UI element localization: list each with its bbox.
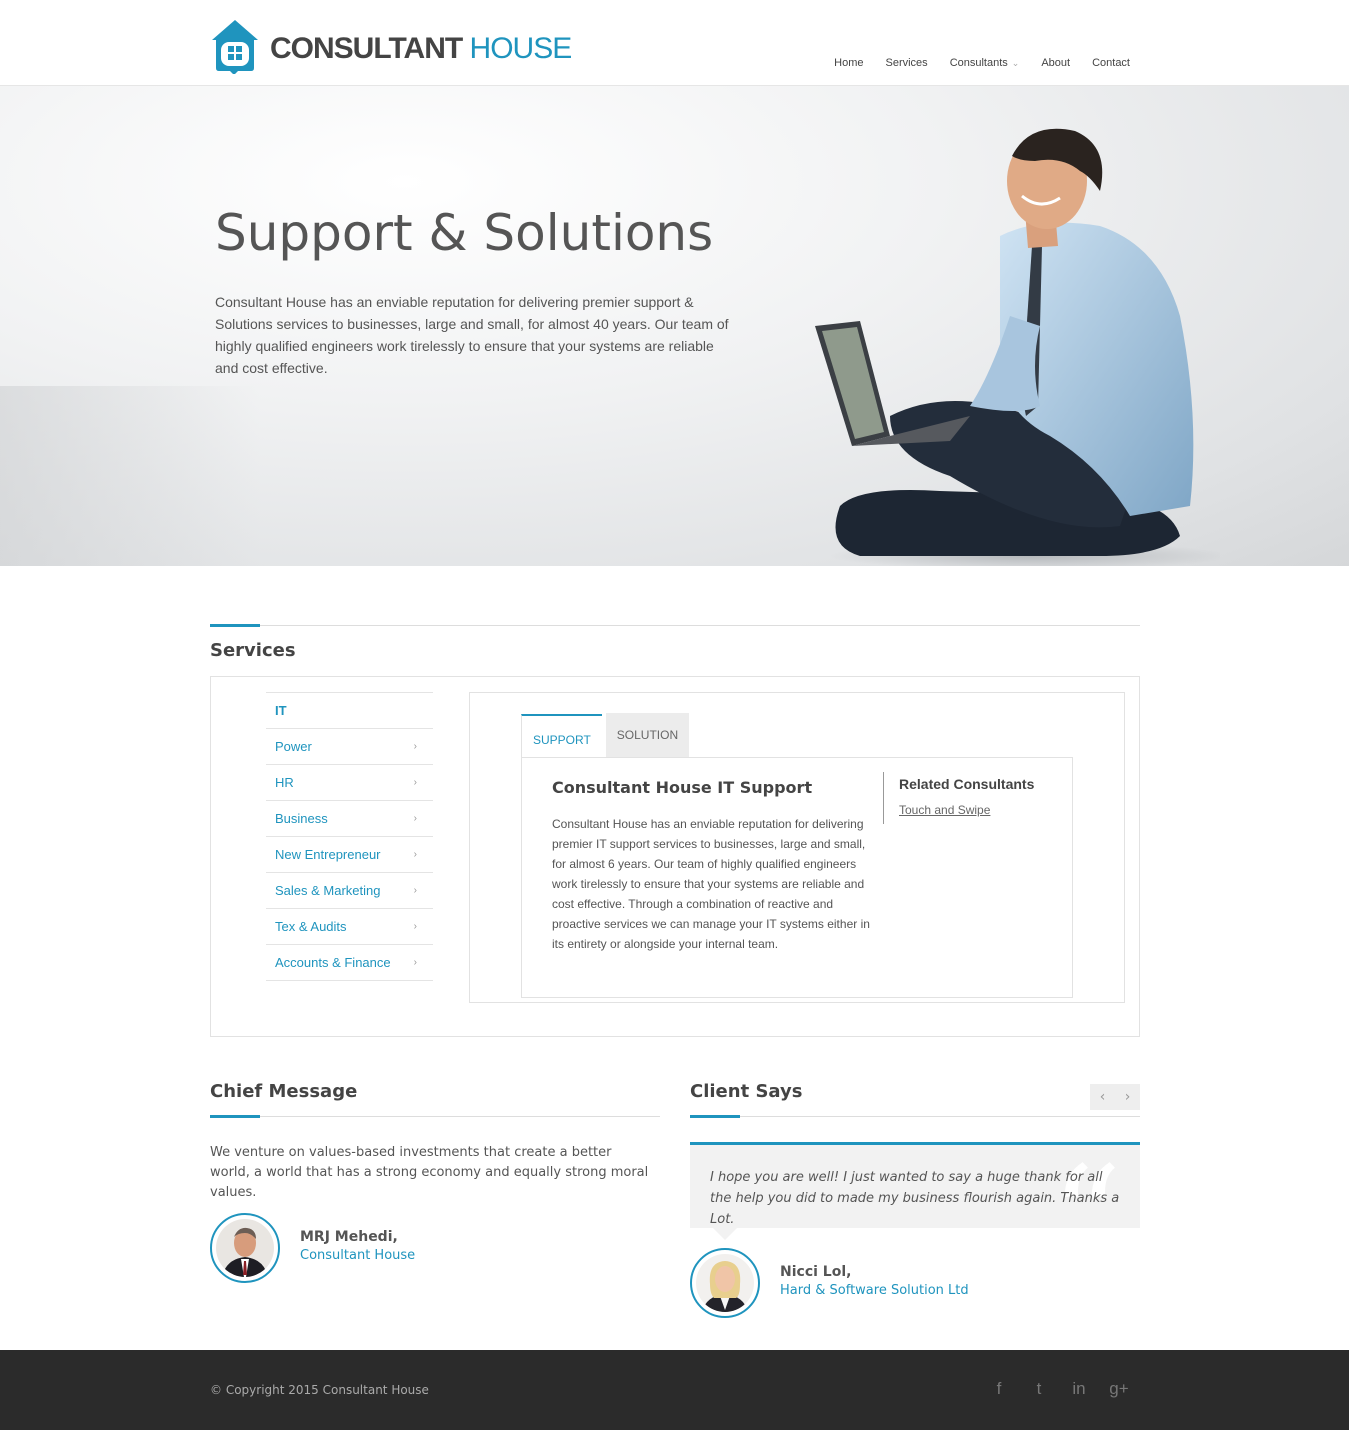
tab-solution[interactable]: SOLUTION [605,713,690,757]
related-consultant-link[interactable]: Touch and Swipe [899,803,1053,817]
nav-contact[interactable]: Contact [1092,57,1130,69]
logo-text: CONSULTANT HOUSE [270,32,573,65]
related-consultants: Related Consultants Touch and Swipe [883,772,1053,824]
service-item-it[interactable]: IT [266,693,433,729]
nav-about-label: About [1041,57,1071,69]
nav-consultants-label: Consultants [949,57,1008,69]
chevron-right-icon: › [413,957,417,968]
logo-text-bold: CONSULTANT [270,32,463,65]
avatar [210,1213,280,1283]
service-detail-panel: SUPPORT SOLUTION Consultant House IT Sup… [469,692,1125,1003]
tab-support[interactable]: SUPPORT [521,714,602,758]
service-item-business[interactable]: Business › [266,801,433,837]
client-portrait [696,1254,754,1312]
facebook-icon[interactable]: f [988,1378,1010,1400]
services-box: IT Power › HR › Business › New Entrepreneur… [210,676,1140,1037]
hero-title: Support & Solutions [215,204,714,262]
client-divider [690,1115,1140,1118]
chief-message-text: We venture on values-based investments t… [210,1145,649,1200]
nav-consultants[interactable]: Consultants ⌄ [950,57,1020,69]
chevron-right-icon: › [413,921,417,932]
services-divider [210,624,1140,627]
nav-contact-label: Contact [1092,57,1130,69]
chief-name: MRJ Mehedi, [300,1229,398,1245]
chief-divider [210,1115,660,1118]
hero-text: Consultant House has an enviable reputat… [215,294,729,376]
service-item-label: HR [275,775,294,790]
service-item-label: IT [275,703,287,718]
twitter-icon[interactable]: t [1028,1378,1050,1400]
service-item-label: Sales & Marketing [275,883,381,898]
service-item-label: Accounts & Finance [275,955,391,970]
service-item-label: Power [275,739,312,754]
services-title: Services [210,640,296,661]
service-item-label: New Entrepreneur [275,847,381,862]
avatar [690,1248,760,1318]
chief-divider-accent [210,1115,260,1118]
chevron-right-icon: › [413,813,417,824]
testimonial-slider-controls: ‹ › [1090,1084,1140,1110]
chevron-right-icon[interactable]: › [1115,1084,1140,1110]
service-item-hr[interactable]: HR › [266,765,433,801]
service-item-sales-marketing[interactable]: Sales & Marketing › [266,873,433,909]
service-item-label: Tex & Audits [275,919,347,934]
services-divider-accent [210,624,260,627]
service-content-title: Consultant House IT Support [552,778,813,797]
site-footer: © Copyright 2015 Consultant House f t in… [0,1350,1349,1430]
testimonial-quote: I hope you are well! I just wanted to sa… [710,1170,1120,1227]
nav-home-label: Home [834,57,864,69]
hero-man-with-laptop-image [815,128,1220,566]
service-item-tex-audits[interactable]: Tex & Audits › [266,909,433,945]
hero-banner: Support & Solutions Consultant House has… [0,86,1349,566]
hero-background-blur [0,386,260,566]
social-links: f t in g+ [988,1378,1130,1400]
nav-home[interactable]: Home [834,57,863,69]
nav-services-label: Services [885,57,928,69]
service-item-accounts-finance[interactable]: Accounts & Finance › [266,945,433,981]
chief-role: Consultant House [300,1248,416,1263]
related-consultants-title: Related Consultants [899,776,1035,792]
service-item-new-entrepreneur[interactable]: New Entrepreneur › [266,837,433,873]
chevron-down-icon: ⌄ [1011,57,1020,68]
nav-services[interactable]: Services [886,57,928,69]
chevron-right-icon: › [413,849,417,860]
logo[interactable]: CONSULTANT HOUSE [210,18,573,75]
house-window-icon [210,18,260,75]
client-divider-accent [690,1115,740,1118]
chevron-right-icon: › [413,741,417,752]
main-nav: Home Services Consultants ⌄ About Contact [812,57,1130,69]
linkedin-icon[interactable]: in [1068,1378,1090,1400]
chief-portrait [216,1219,274,1277]
client-says-title: Client Says [690,1081,803,1102]
chief-message-title: Chief Message [210,1081,358,1102]
googleplus-icon[interactable]: g+ [1108,1378,1130,1400]
tab-content: Consultant House IT Support Consultant H… [521,757,1073,998]
service-item-power[interactable]: Power › [266,729,433,765]
service-content-text: Consultant House has an enviable reputat… [552,817,870,951]
client-name: Nicci Lol, [780,1264,852,1280]
testimonial-quote-box: “ I hope you are well! I just wanted to … [690,1142,1140,1228]
client-role: Hard & Software Solution Ltd [780,1283,969,1298]
services-list: IT Power › HR › Business › New Entrepreneur… [266,692,433,981]
service-item-label: Business [275,811,328,826]
chevron-left-icon[interactable]: ‹ [1090,1084,1115,1110]
quote-pointer [713,1228,737,1240]
service-tabs: SUPPORT SOLUTION [521,713,690,758]
nav-about[interactable]: About [1041,57,1070,69]
logo-text-light: HOUSE [469,32,573,65]
chevron-right-icon: › [413,885,417,896]
copyright-text: © Copyright 2015 Consultant House [210,1383,429,1397]
chevron-right-icon: › [413,777,417,788]
site-header: CONSULTANT HOUSE Home Services Consultan… [0,0,1349,86]
